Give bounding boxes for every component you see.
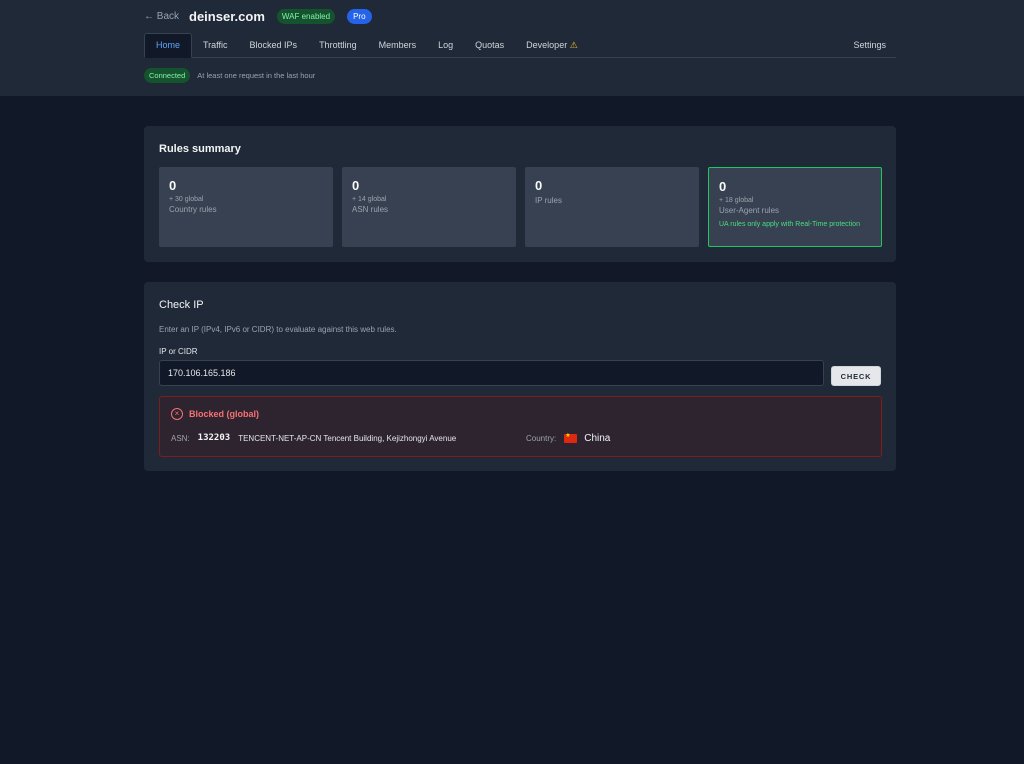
asn-number: 132203 [197, 433, 231, 443]
stat-label: Country rules [169, 205, 217, 214]
tab-members[interactable]: Members [368, 33, 428, 57]
result-header: × Blocked (global) [171, 408, 259, 420]
country-label: Country: [526, 433, 557, 443]
tab-bar: Home Traffic Blocked IPs Throttling Memb… [144, 33, 896, 58]
tab-settings[interactable]: Settings [842, 33, 896, 57]
asn-label: ASN: [171, 433, 190, 443]
waf-status-badge: WAF enabled [276, 8, 336, 24]
stat-ip-rules: 0 IP rules [525, 167, 699, 247]
check-button[interactable]: CHECK [831, 366, 881, 386]
stat-global: + 14 global [352, 196, 387, 203]
stat-count: 0 [169, 178, 177, 193]
stat-global: + 18 global [719, 197, 754, 204]
rules-summary-title: Rules summary [159, 143, 241, 155]
check-result-panel: × Blocked (global) ASN: 132203 TENCENT-N… [159, 396, 882, 457]
stat-label: IP rules [535, 196, 562, 205]
stat-label: ASN rules [352, 205, 389, 214]
stat-country-rules: 0 + 30 global Country rules [159, 167, 333, 247]
result-status: Blocked (global) [189, 409, 260, 419]
tab-traffic[interactable]: Traffic [192, 33, 239, 57]
china-flag-icon [564, 432, 578, 443]
tab-blocked-ips[interactable]: Blocked IPs [239, 33, 309, 57]
country-name: China [584, 432, 611, 444]
back-link[interactable]: ← Back [144, 11, 179, 22]
tab-log[interactable]: Log [427, 33, 464, 57]
stat-global: + 30 global [169, 196, 204, 203]
tab-developer[interactable]: Developer ⚠ [515, 33, 589, 57]
ip-field-label: IP or CIDR [159, 347, 198, 356]
connected-badge: Connected [144, 68, 191, 83]
country-block: Country: China [526, 432, 611, 444]
tab-developer-label: Developer [526, 40, 568, 50]
stat-count: 0 [719, 179, 727, 194]
blocked-icon: × [171, 408, 183, 420]
asn-org: TENCENT-NET-AP-CN Tencent Building, Keji… [238, 433, 457, 443]
ip-input[interactable] [159, 360, 824, 386]
stat-count: 0 [352, 178, 360, 193]
top-header: ← Back deinser.com WAF enabled Pro Home … [0, 0, 1024, 96]
connection-status-text: At least one request in the last hour [197, 71, 316, 80]
tab-quotas[interactable]: Quotas [464, 33, 515, 57]
stat-user-agent-rules: 0 + 18 global User-Agent rules UA rules … [708, 167, 882, 247]
stat-count: 0 [535, 178, 543, 193]
plan-badge: Pro [347, 8, 372, 24]
title-row: ← Back deinser.com WAF enabled Pro [144, 0, 896, 32]
tab-home[interactable]: Home [144, 33, 193, 58]
tab-throttling[interactable]: Throttling [308, 33, 368, 57]
connection-status: Connected At least one request in the la… [144, 68, 896, 83]
stat-note: UA rules only apply with Real-Time prote… [719, 221, 860, 228]
stat-label: User-Agent rules [719, 206, 780, 215]
warning-icon: ⚠ [569, 40, 578, 50]
check-ip-title: Check IP [159, 299, 204, 311]
page-title: deinser.com [189, 8, 265, 24]
check-ip-card: Check IP Enter an IP (IPv4, IPv6 or CIDR… [144, 282, 896, 471]
result-details: ASN: 132203 TENCENT-NET-AP-CN Tencent Bu… [171, 432, 871, 444]
rules-summary-card: Rules summary 0 + 30 global Country rule… [144, 126, 896, 262]
stat-asn-rules: 0 + 14 global ASN rules [342, 167, 516, 247]
check-ip-description: Enter an IP (IPv4, IPv6 or CIDR) to eval… [159, 325, 397, 334]
